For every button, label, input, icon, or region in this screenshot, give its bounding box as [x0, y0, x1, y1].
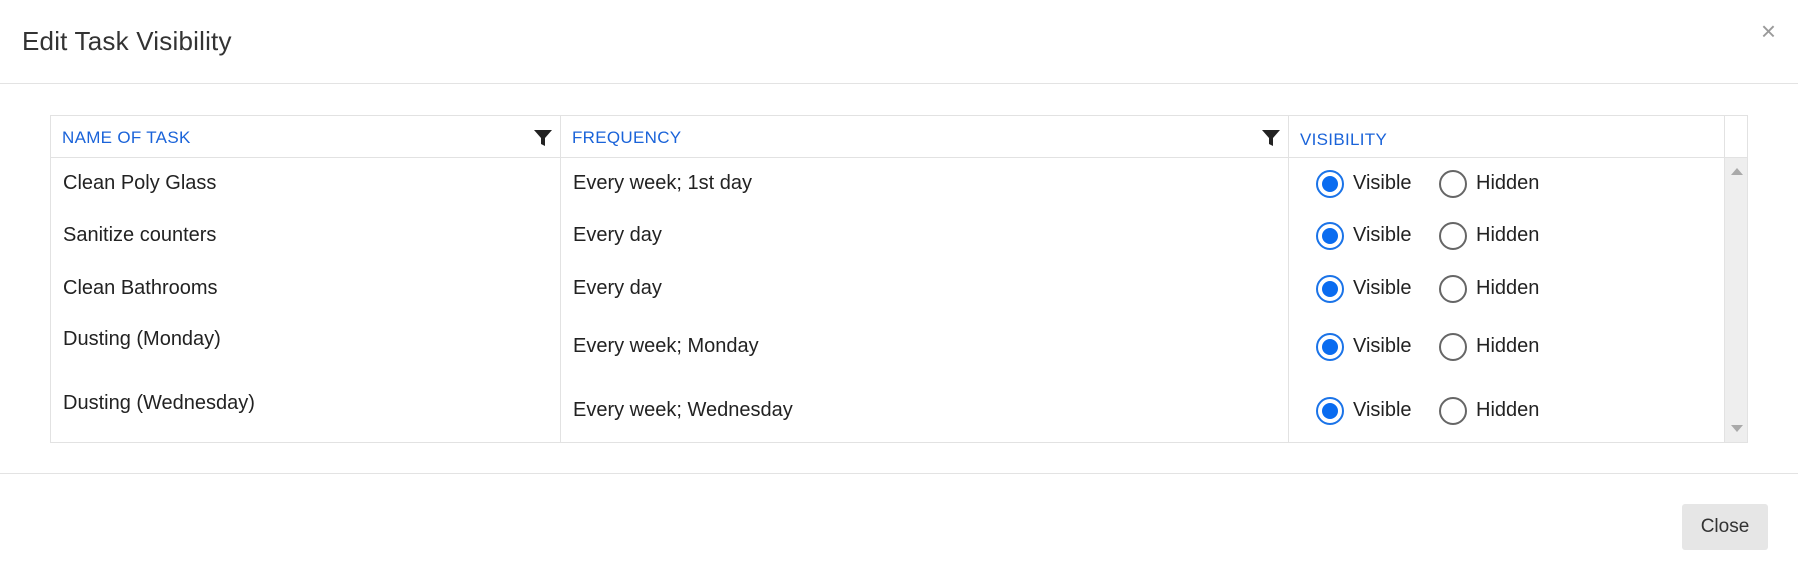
scroll-down-arrow-icon[interactable] [1731, 425, 1743, 432]
filter-icon[interactable] [1261, 128, 1281, 148]
hidden-radio[interactable] [1439, 222, 1467, 250]
visible-label[interactable]: Visible [1353, 399, 1412, 422]
frequency-cell: Every day [561, 263, 1289, 315]
task-name: Sanitize counters [63, 224, 217, 246]
task-name-cell: Dusting (Wednesday) [51, 378, 561, 442]
visible-label[interactable]: Visible [1353, 172, 1412, 195]
column-header-label: VISIBILITY [1300, 130, 1388, 149]
frequency-cell: Every week; Wednesday [561, 378, 1289, 442]
hidden-label[interactable]: Hidden [1476, 172, 1539, 195]
hidden-label[interactable]: Hidden [1476, 335, 1539, 358]
visibility-cell: Visible Hidden [1289, 210, 1724, 263]
filter-icon[interactable] [533, 128, 553, 148]
visible-radio[interactable] [1316, 397, 1344, 425]
task-frequency: Every day [573, 277, 662, 299]
task-grid: NAME OF TASK FREQUENCY VISIBILITY Clean … [50, 115, 1748, 443]
hidden-label[interactable]: Hidden [1476, 399, 1539, 422]
task-frequency: Every day [573, 224, 662, 246]
visible-radio[interactable] [1316, 333, 1344, 361]
grid-header: NAME OF TASK FREQUENCY VISIBILITY [51, 116, 1747, 158]
modal-header: Edit Task Visibility × [0, 0, 1798, 84]
visibility-cell: Visible Hidden [1289, 158, 1724, 210]
edit-task-visibility-modal: Edit Task Visibility × NAME OF TASK FREQ… [0, 0, 1798, 580]
hidden-radio[interactable] [1439, 275, 1467, 303]
column-header-visibility: VISIBILITY [1289, 116, 1724, 157]
frequency-cell: Every week; Monday [561, 315, 1289, 378]
footer-divider [0, 473, 1798, 474]
modal-title: Edit Task Visibility [22, 26, 232, 56]
visible-label[interactable]: Visible [1353, 335, 1412, 358]
visible-label[interactable]: Visible [1353, 224, 1412, 247]
visible-radio[interactable] [1316, 275, 1344, 303]
visible-radio[interactable] [1316, 222, 1344, 250]
table-row: Dusting (Monday) Every week; Monday Visi… [51, 315, 1724, 378]
task-name-cell: Clean Bathrooms [51, 263, 561, 315]
vertical-scrollbar[interactable] [1724, 158, 1747, 442]
grid-body: Clean Poly Glass Every week; 1st day Vis… [51, 158, 1747, 442]
table-row: Clean Poly Glass Every week; 1st day Vis… [51, 158, 1724, 210]
task-frequency: Every week; Wednesday [573, 399, 793, 421]
hidden-label[interactable]: Hidden [1476, 277, 1539, 300]
visibility-cell: Visible Hidden [1289, 315, 1724, 378]
task-name-cell: Dusting (Monday) [51, 315, 561, 378]
hidden-radio[interactable] [1439, 397, 1467, 425]
header-corner [1724, 116, 1747, 157]
visible-label[interactable]: Visible [1353, 277, 1412, 300]
task-name: Dusting (Monday) [63, 328, 221, 350]
column-header-name[interactable]: NAME OF TASK [51, 116, 561, 157]
hidden-label[interactable]: Hidden [1476, 224, 1539, 247]
column-header-label: FREQUENCY [572, 128, 682, 147]
task-name: Clean Bathrooms [63, 277, 218, 299]
frequency-cell: Every day [561, 210, 1289, 263]
hidden-radio[interactable] [1439, 170, 1467, 198]
task-frequency: Every week; Monday [573, 335, 759, 357]
table-row: Clean Bathrooms Every day Visible Hidden [51, 263, 1724, 315]
scroll-up-arrow-icon[interactable] [1731, 168, 1743, 175]
task-name: Dusting (Wednesday) [63, 392, 255, 414]
column-header-label: NAME OF TASK [62, 128, 191, 147]
task-name-cell: Clean Poly Glass [51, 158, 561, 210]
task-name-cell: Sanitize counters [51, 210, 561, 263]
table-row: Sanitize counters Every day Visible Hidd… [51, 210, 1724, 263]
close-icon[interactable]: × [1761, 18, 1776, 44]
task-frequency: Every week; 1st day [573, 172, 752, 194]
hidden-radio[interactable] [1439, 333, 1467, 361]
visibility-cell: Visible Hidden [1289, 378, 1724, 442]
visible-radio[interactable] [1316, 170, 1344, 198]
close-button[interactable]: Close [1682, 504, 1768, 550]
visibility-cell: Visible Hidden [1289, 263, 1724, 315]
frequency-cell: Every week; 1st day [561, 158, 1289, 210]
column-header-frequency[interactable]: FREQUENCY [561, 116, 1289, 157]
task-name: Clean Poly Glass [63, 172, 217, 194]
table-row: Dusting (Wednesday) Every week; Wednesda… [51, 378, 1724, 442]
